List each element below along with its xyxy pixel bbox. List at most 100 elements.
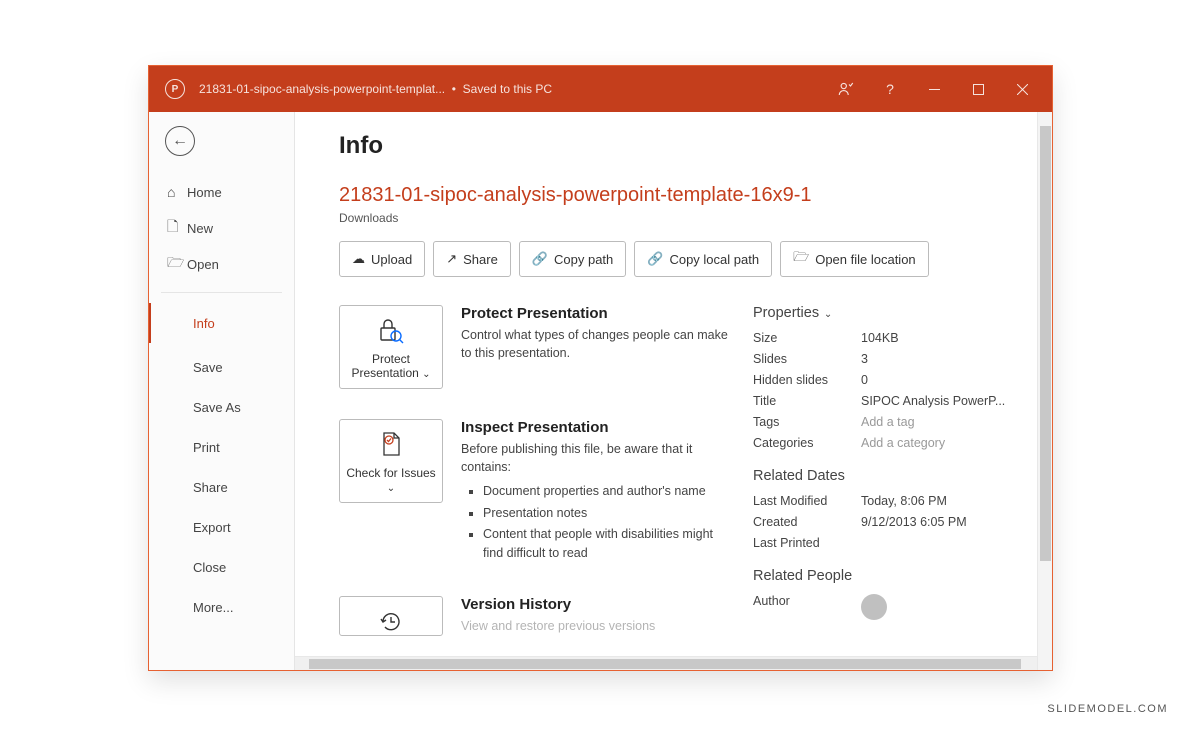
folder-icon: 🗁	[793, 248, 809, 270]
prop-value[interactable]: SIPOC Analysis PowerP...	[861, 394, 1005, 408]
version-history-button[interactable]	[339, 596, 443, 636]
btn-label: Open file location	[815, 252, 915, 267]
nav-open[interactable]: 🗁 Open	[149, 246, 294, 282]
property-row: Last ModifiedToday, 8:06 PM	[753, 494, 1028, 508]
share-icon: ↗	[446, 251, 457, 267]
share-button[interactable]: ↗Share	[433, 241, 511, 277]
nav-share[interactable]: Share	[149, 467, 294, 507]
nav-info[interactable]: Info	[149, 303, 294, 343]
property-row: Slides3	[753, 352, 1028, 366]
prop-key: Last Modified	[753, 494, 861, 508]
prop-value	[861, 594, 887, 620]
btn-label: Copy local path	[669, 252, 759, 267]
btn-label: Upload	[371, 252, 412, 267]
scrollbar-thumb[interactable]	[309, 659, 1021, 669]
nav-label: More...	[193, 600, 233, 615]
prop-key: Author	[753, 594, 861, 620]
powerpoint-icon: P	[165, 79, 185, 99]
nav-label: Save	[193, 360, 223, 375]
vertical-scrollbar[interactable]	[1037, 112, 1052, 670]
backstage-sidebar: ← ⌂ Home 🗋 New 🗁 Open Info Save Save As …	[149, 112, 295, 670]
prop-value: Today, 8:06 PM	[861, 494, 947, 508]
horizontal-scrollbar[interactable]	[295, 656, 1037, 670]
nav-new[interactable]: 🗋 New	[149, 210, 294, 246]
btn-label: Check for Issues	[346, 466, 435, 480]
nav-divider	[161, 292, 282, 293]
open-file-location-button[interactable]: 🗁 Open file location	[780, 241, 929, 277]
prop-key: Slides	[753, 352, 861, 366]
prop-value[interactable]: Add a category	[861, 436, 945, 450]
section-body: View and restore previous versions	[461, 617, 729, 635]
related-people-heading: Related People	[753, 568, 1028, 584]
file-path[interactable]: Downloads	[339, 211, 1028, 225]
inspect-section: Check for Issues ⌄ Inspect Presentation …	[339, 419, 729, 566]
protect-presentation-button[interactable]: Protect Presentation ⌄	[339, 305, 443, 389]
nav-save-as[interactable]: Save As	[149, 387, 294, 427]
section-heading: Protect Presentation	[461, 305, 729, 322]
link-icon: 🔗	[647, 251, 663, 267]
maximize-button[interactable]	[956, 66, 1000, 112]
version-section: Version History View and restore previou…	[339, 596, 729, 636]
property-row: Last Printed	[753, 536, 1028, 550]
nav-label: Info	[193, 316, 215, 331]
minimize-button[interactable]	[912, 66, 956, 112]
protect-section: Protect Presentation ⌄ Protect Presentat…	[339, 305, 729, 389]
chevron-down-icon: ⌄	[821, 309, 832, 320]
titlebar: P 21831-01-sipoc-analysis-powerpoint-tem…	[149, 66, 1052, 112]
section-intro: Before publishing this file, be aware th…	[461, 440, 729, 476]
prop-key: Last Printed	[753, 536, 861, 550]
chevron-down-icon: ⌄	[387, 483, 395, 494]
properties-heading[interactable]: Properties ⌄	[753, 305, 1028, 321]
related-dates-heading: Related Dates	[753, 468, 1028, 484]
copy-local-path-button[interactable]: 🔗 Copy local path	[634, 241, 772, 277]
content-area: Info 21831-01-sipoc-analysis-powerpoint-…	[295, 112, 1052, 670]
nav-close[interactable]: Close	[149, 547, 294, 587]
nav-label: Share	[193, 480, 228, 495]
back-button[interactable]: ←	[165, 126, 195, 156]
nav-more[interactable]: More...	[149, 587, 294, 627]
close-button[interactable]	[1000, 66, 1044, 112]
prop-key: Title	[753, 394, 861, 408]
heading-label: Properties	[753, 305, 819, 321]
scrollbar-thumb[interactable]	[1040, 126, 1051, 561]
check-document-icon	[344, 430, 438, 460]
avatar	[861, 594, 887, 620]
property-row: Author	[753, 594, 1028, 620]
nav-label: Home	[187, 185, 222, 200]
prop-value: 3	[861, 352, 868, 366]
nav-print[interactable]: Print	[149, 427, 294, 467]
prop-value[interactable]: Add a tag	[861, 415, 915, 429]
page-title: Info	[339, 132, 1028, 160]
action-row: ☁Upload ↗Share 🔗Copy path 🔗 Copy local pa…	[339, 241, 1028, 277]
btn-label: Protect Presentation	[351, 352, 418, 380]
nav-home[interactable]: ⌂ Home	[149, 174, 294, 210]
nav-save[interactable]: Save	[149, 347, 294, 387]
check-for-issues-button[interactable]: Check for Issues ⌄	[339, 419, 443, 503]
prop-value: 104KB	[861, 331, 899, 345]
history-icon	[344, 607, 438, 636]
prop-key: Hidden slides	[753, 373, 861, 387]
section-body: Control what types of changes people can…	[461, 326, 729, 362]
link-icon: 🔗	[532, 251, 548, 267]
property-row: TitleSIPOC Analysis PowerP...	[753, 394, 1028, 408]
list-item: Presentation notes	[483, 504, 729, 523]
upload-button[interactable]: ☁Upload	[339, 241, 425, 277]
nav-export[interactable]: Export	[149, 507, 294, 547]
prop-value: 0	[861, 373, 868, 387]
help-icon[interactable]: ?	[868, 66, 912, 112]
account-icon[interactable]	[824, 66, 868, 112]
nav-label: New	[187, 221, 213, 236]
property-row: Created9/12/2013 6:05 PM	[753, 515, 1028, 529]
prop-key: Tags	[753, 415, 861, 429]
property-row: Size104KB	[753, 331, 1028, 345]
prop-value: 9/12/2013 6:05 PM	[861, 515, 967, 529]
prop-key: Categories	[753, 436, 861, 450]
home-icon: ⌂	[167, 184, 187, 200]
nav-label: Save As	[193, 400, 241, 415]
lock-icon	[344, 316, 438, 346]
titlebar-saved-status: Saved to this PC	[463, 82, 552, 96]
copy-path-button[interactable]: 🔗Copy path	[519, 241, 626, 277]
titlebar-text: 21831-01-sipoc-analysis-powerpoint-templ…	[199, 82, 552, 96]
nav-label: Open	[187, 257, 219, 272]
chevron-down-icon: ⌄	[422, 369, 430, 380]
